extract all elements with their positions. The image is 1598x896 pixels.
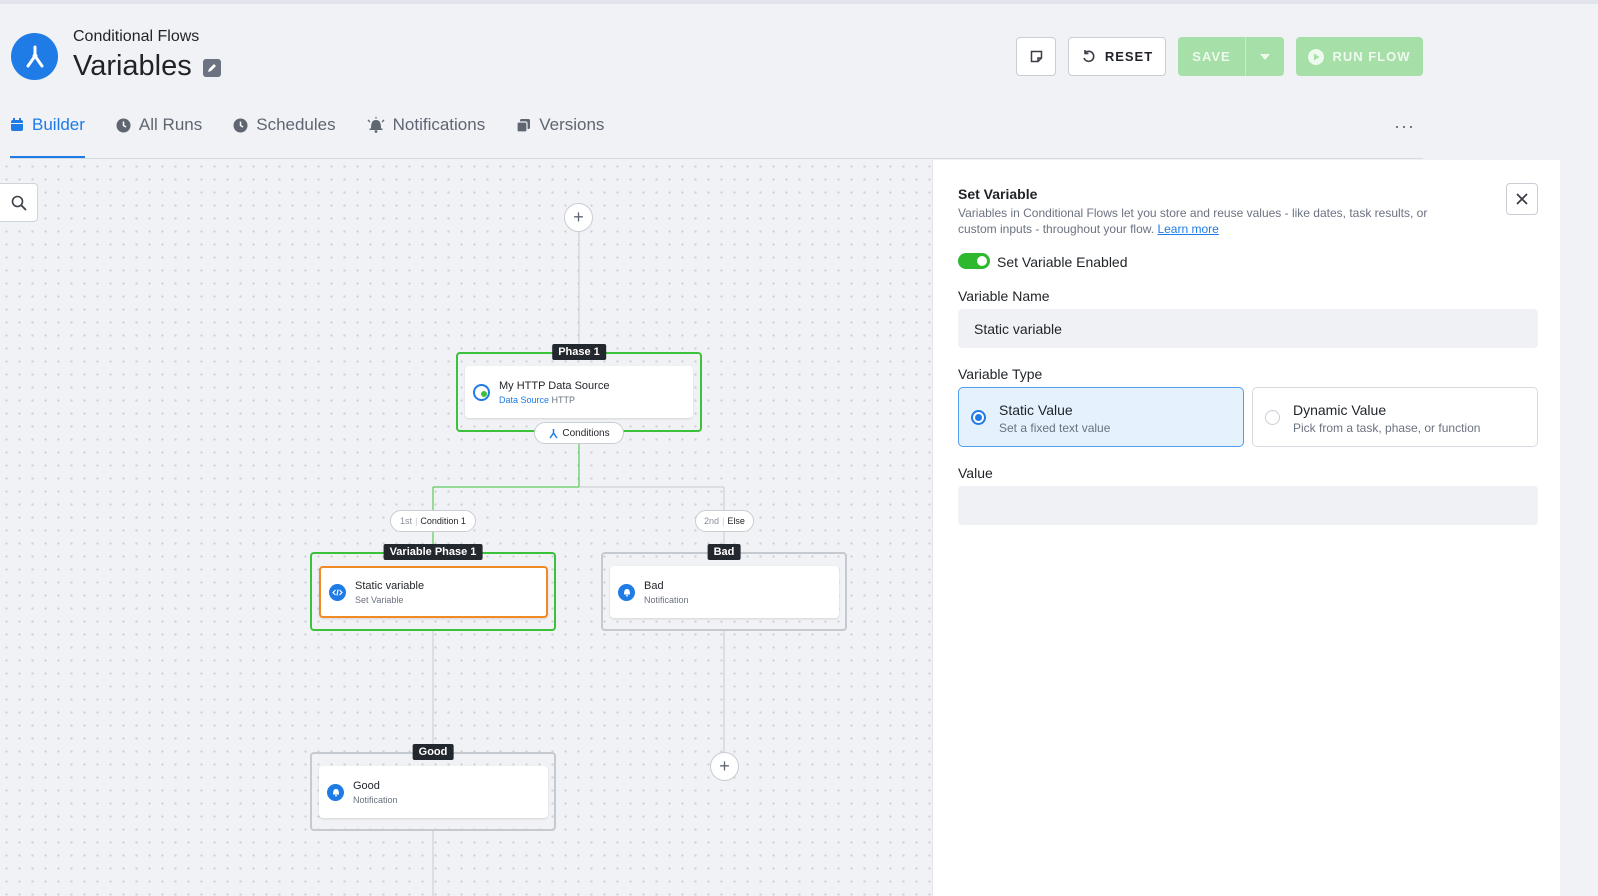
clock-icon (233, 118, 248, 133)
value-input[interactable] (958, 486, 1538, 525)
tabs-divider (10, 158, 1423, 159)
variable-name-input[interactable]: Static variable (958, 309, 1538, 348)
page-title: Variables (73, 50, 192, 82)
tab-bar: Builder All Runs Schedules Notifications… (10, 112, 635, 159)
reset-button[interactable]: RESET (1068, 37, 1166, 76)
calendar-icon (11, 118, 23, 131)
canvas-search-button[interactable] (0, 183, 38, 222)
phase-group[interactable]: Phase 1 My HTTP Data Source Data Source … (456, 344, 702, 432)
node-title: My HTTP Data Source (499, 379, 610, 392)
caret-down-icon (1260, 53, 1270, 60)
panel-description: Variables in Conditional Flows let you s… (958, 205, 1468, 237)
phase-group[interactable]: Bad Bad Notification (601, 544, 847, 631)
branch-label-condition-1[interactable]: 1st | Condition 1 (390, 510, 476, 532)
task-node[interactable]: Good Notification (319, 766, 548, 818)
note-icon (1030, 50, 1042, 63)
save-button[interactable]: SAVE (1178, 37, 1284, 76)
tab-notifications[interactable]: Notifications (367, 112, 486, 159)
tab-versions[interactable]: Versions (516, 112, 604, 159)
save-dropdown-button[interactable] (1246, 37, 1284, 76)
panel-title: Set Variable (958, 186, 1038, 202)
close-icon (1516, 193, 1528, 205)
phase-group[interactable]: Variable Phase 1 Static variable Set Var… (310, 544, 556, 631)
code-icon (329, 583, 346, 601)
app-logo (11, 33, 58, 80)
copy-icon (516, 119, 531, 133)
value-label: Value (958, 465, 993, 481)
dynamic-value-option[interactable]: Dynamic Value Pick from a task, phase, o… (1252, 387, 1538, 447)
option-title: Dynamic Value (1293, 402, 1387, 418)
static-value-option[interactable]: Static Value Set a fixed text value (958, 387, 1244, 447)
tab-all-runs[interactable]: All Runs (116, 112, 202, 159)
save-label[interactable]: SAVE (1178, 37, 1245, 76)
phase-tag: Phase 1 (552, 344, 606, 360)
node-title: Static variable (355, 579, 425, 592)
tab-label: Schedules (256, 115, 336, 134)
run-flow-label: RUN FLOW (1332, 49, 1411, 64)
add-step-button[interactable]: + (710, 752, 739, 781)
notes-button[interactable] (1016, 37, 1056, 76)
set-variable-panel: Set Variable Variables in Conditional Fl… (932, 160, 1560, 896)
phase-tag: Variable Phase 1 (383, 544, 483, 560)
variable-type-label: Variable Type (958, 366, 1043, 382)
search-icon (11, 195, 27, 211)
branch-separator: | (722, 516, 725, 526)
task-node[interactable]: My HTTP Data Source Data Source HTTP (465, 366, 693, 418)
tab-label: Notifications (392, 115, 486, 134)
tab-label: All Runs (138, 115, 203, 134)
branch-name: Else (727, 516, 745, 526)
edit-icon[interactable] (203, 59, 221, 77)
breadcrumb[interactable]: Conditional Flows (73, 28, 199, 46)
undo-icon (1083, 50, 1095, 63)
learn-more-link[interactable]: Learn more (1157, 222, 1218, 236)
tab-builder[interactable]: Builder (10, 112, 85, 159)
node-subtitle: Notification (644, 594, 689, 605)
add-step-button[interactable]: + (564, 203, 593, 232)
tab-schedules[interactable]: Schedules (233, 112, 336, 159)
toggle-label: Set Variable Enabled (997, 254, 1128, 270)
conditions-button[interactable]: Conditions (534, 422, 624, 444)
http-data-source-icon (473, 383, 490, 401)
radio-unselected[interactable] (1265, 410, 1280, 425)
more-menu-icon[interactable]: ··· (1394, 116, 1415, 137)
branch-ordinal: 2nd (704, 516, 720, 526)
enabled-toggle[interactable] (958, 253, 990, 269)
node-subtitle: Notification (353, 794, 398, 805)
branch-name: Condition 1 (420, 516, 466, 526)
conditions-label: Conditions (562, 427, 610, 439)
reset-label: RESET (1104, 49, 1154, 64)
phase-tag: Good (412, 744, 454, 760)
phase-tag: Bad (707, 544, 741, 560)
option-title: Static Value (999, 402, 1073, 418)
branch-separator: | (415, 516, 418, 526)
bell-icon (367, 117, 385, 133)
clock-icon (116, 118, 131, 133)
radio-selected[interactable] (971, 410, 986, 425)
bell-icon (618, 583, 635, 601)
tab-label: Builder (32, 115, 85, 134)
play-circle-icon (1308, 48, 1325, 65)
bell-icon (327, 783, 344, 801)
task-node-selected[interactable]: Static variable Set Variable (319, 566, 548, 618)
flow-branch-icon (26, 45, 43, 67)
node-title: Bad (644, 579, 664, 592)
branch-icon (549, 428, 558, 438)
option-subtitle: Set a fixed text value (999, 421, 1111, 435)
task-node[interactable]: Bad Notification (610, 566, 839, 618)
flow-canvas[interactable]: + Phase 1 My HTTP Data Source Data Sourc… (0, 160, 932, 896)
top-border (0, 0, 1598, 4)
branch-label-else[interactable]: 2nd | Else (695, 510, 754, 532)
branch-ordinal: 1st (400, 516, 413, 526)
node-subtitle: HTTP (551, 394, 576, 405)
run-flow-button[interactable]: RUN FLOW (1296, 37, 1423, 76)
option-subtitle: Pick from a task, phase, or function (1293, 421, 1481, 435)
node-subtitle: Set Variable (355, 594, 404, 605)
tab-label: Versions (539, 115, 605, 134)
variable-name-label: Variable Name (958, 288, 1050, 304)
close-panel-button[interactable] (1506, 183, 1538, 215)
node-type-link[interactable]: Data Source (499, 395, 549, 405)
phase-group[interactable]: Good Good Notification (310, 744, 556, 831)
node-title: Good (353, 779, 380, 792)
